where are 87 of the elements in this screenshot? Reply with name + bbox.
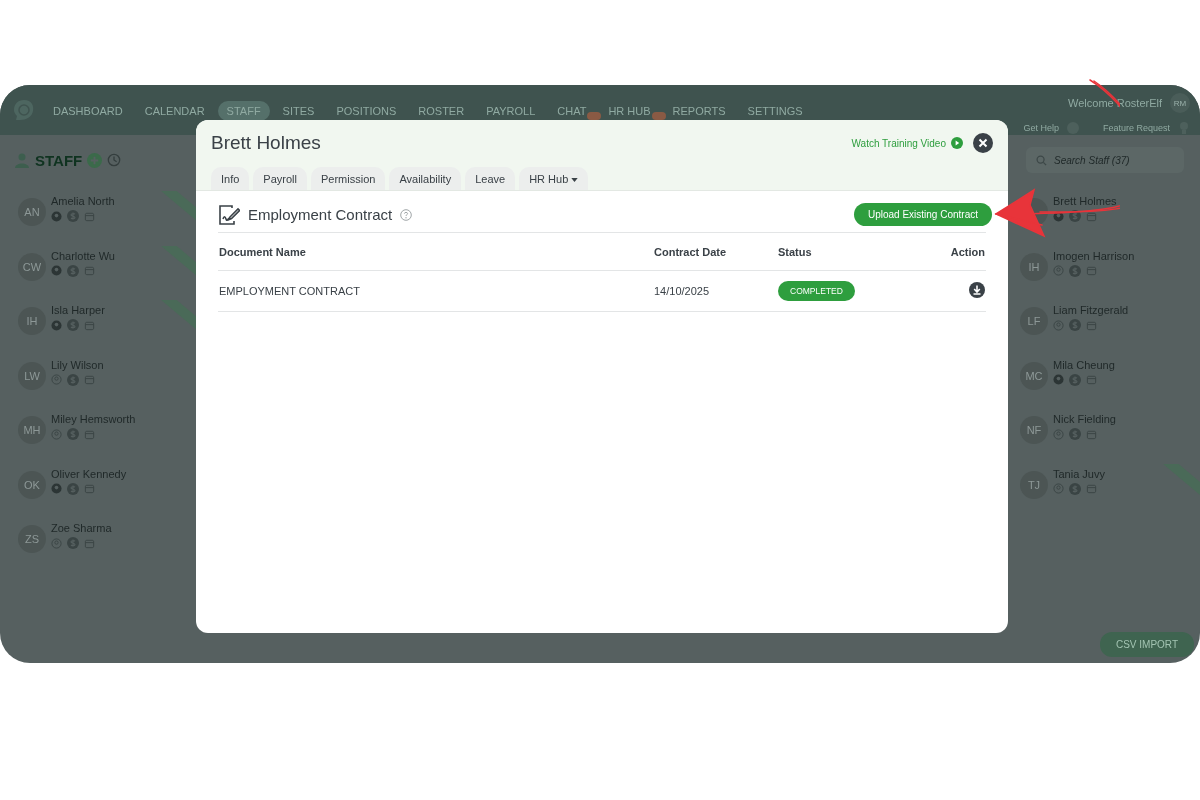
nav-tab[interactable]: HR HUB bbox=[599, 101, 660, 121]
upload-contract-button[interactable]: Upload Existing Contract bbox=[853, 203, 992, 226]
avatar: MC bbox=[1020, 361, 1048, 390]
table-cell: EMPLOYMENT CONTRACT bbox=[219, 285, 360, 297]
play-icon[interactable] bbox=[951, 137, 963, 149]
staff-list-item[interactable]: MC Mila Cheung bbox=[1010, 354, 1200, 409]
coin-icon bbox=[67, 428, 79, 440]
profile-tab[interactable]: Availability bbox=[389, 167, 462, 190]
search-icon bbox=[1036, 155, 1047, 166]
coin-icon bbox=[1069, 319, 1081, 331]
coin-icon bbox=[1069, 264, 1081, 277]
section-title: Employment Contract bbox=[248, 206, 393, 223]
profile-tab[interactable]: Info bbox=[211, 167, 250, 190]
calendar-icon bbox=[1086, 483, 1097, 494]
nav-tab[interactable]: CHAT bbox=[548, 101, 596, 121]
help-link[interactable]: Get Help bbox=[1023, 123, 1059, 133]
avatar: MH bbox=[18, 416, 46, 444]
table-cell: 14/10/2025 bbox=[654, 285, 710, 297]
status-badge: COMPLETED bbox=[778, 281, 855, 301]
column-header: Contract Date bbox=[654, 245, 727, 258]
column-header: Status bbox=[778, 245, 812, 258]
coin-icon bbox=[67, 373, 79, 386]
search-field[interactable]: Search Staff (37) bbox=[1026, 147, 1184, 173]
help-icon[interactable] bbox=[400, 208, 413, 221]
avatar: IH bbox=[18, 307, 46, 335]
nav-tab[interactable]: DASHBOARD bbox=[44, 101, 132, 121]
nav-tab[interactable]: STAFF bbox=[217, 101, 270, 121]
modal-title: Brett Holmes bbox=[211, 132, 322, 154]
nav-tab[interactable]: REPORTS bbox=[663, 101, 735, 121]
staff-name: Brett Holmes bbox=[1053, 195, 1117, 207]
profile-tab[interactable]: Permission bbox=[311, 167, 386, 190]
nav-tab[interactable]: SITES bbox=[273, 101, 324, 121]
profile-tab[interactable]: Payroll bbox=[253, 167, 307, 190]
coin-icon bbox=[67, 264, 79, 277]
coin-icon bbox=[67, 482, 79, 495]
calendar-icon bbox=[84, 210, 95, 222]
coin-icon bbox=[1069, 210, 1081, 222]
calendar-icon bbox=[1086, 319, 1097, 331]
coin-icon bbox=[1069, 428, 1081, 440]
avatar: OK bbox=[18, 470, 46, 499]
staff-list-item[interactable]: MH Miley Hemsworth bbox=[0, 409, 198, 464]
csv-import-button[interactable]: CSV IMPORT bbox=[1099, 632, 1194, 657]
calendar-icon bbox=[84, 265, 95, 276]
nav-tab[interactable]: POSITIONS bbox=[327, 101, 406, 121]
avatar: ZS bbox=[18, 525, 46, 553]
staff-name: Mila Cheung bbox=[1053, 358, 1115, 371]
staff-list-item[interactable]: NF Nick Fielding bbox=[1010, 409, 1200, 464]
calendar-icon bbox=[1086, 428, 1097, 440]
coin-icon bbox=[1069, 482, 1081, 495]
nav-tab[interactable]: PAYROLL bbox=[477, 101, 545, 121]
training-video-link[interactable]: Watch Training Video bbox=[851, 137, 946, 149]
coin-icon bbox=[67, 210, 79, 222]
close-icon[interactable] bbox=[973, 133, 993, 153]
staff-name: Miley Hemsworth bbox=[51, 413, 136, 425]
avatar: NF bbox=[1020, 416, 1048, 444]
feature-request-link[interactable]: Feature Request bbox=[1102, 123, 1170, 133]
avatar: TJ bbox=[1020, 470, 1048, 499]
calendar-icon bbox=[1086, 265, 1097, 276]
avatar: LF bbox=[1020, 307, 1048, 335]
person-icon bbox=[14, 152, 30, 168]
user-avatar[interactable]: RM bbox=[1170, 93, 1190, 113]
calendar-icon bbox=[84, 428, 95, 440]
calendar-icon bbox=[1086, 210, 1097, 222]
nav-tab[interactable]: CALENDAR bbox=[135, 101, 214, 121]
coin-icon bbox=[67, 319, 79, 331]
document-signature-icon bbox=[218, 204, 240, 225]
column-header: Document Name bbox=[219, 245, 306, 258]
coin-icon bbox=[67, 537, 79, 549]
profile-tab[interactable]: HR Hub bbox=[519, 167, 589, 190]
calendar-icon bbox=[84, 374, 95, 385]
calendar-icon bbox=[84, 537, 95, 549]
calendar-icon bbox=[84, 319, 95, 331]
staff-name: Nick Fielding bbox=[1053, 413, 1116, 425]
download-icon[interactable] bbox=[969, 282, 985, 298]
avatar: AN bbox=[18, 198, 46, 226]
nav-tab[interactable]: ROSTER bbox=[409, 101, 474, 121]
profile-tab[interactable]: Leave bbox=[465, 167, 516, 190]
coin-icon bbox=[1069, 373, 1081, 386]
calendar-icon bbox=[84, 483, 95, 494]
calendar-icon bbox=[1086, 374, 1097, 385]
avatar: IH bbox=[1020, 252, 1048, 281]
avatar: LW bbox=[18, 361, 46, 390]
section-title: STAFF bbox=[35, 151, 83, 169]
avatar: CW bbox=[18, 252, 46, 281]
nav-tab[interactable]: SETTINGS bbox=[738, 101, 812, 121]
column-header: Action bbox=[950, 245, 985, 258]
clock-icon[interactable] bbox=[107, 153, 122, 167]
